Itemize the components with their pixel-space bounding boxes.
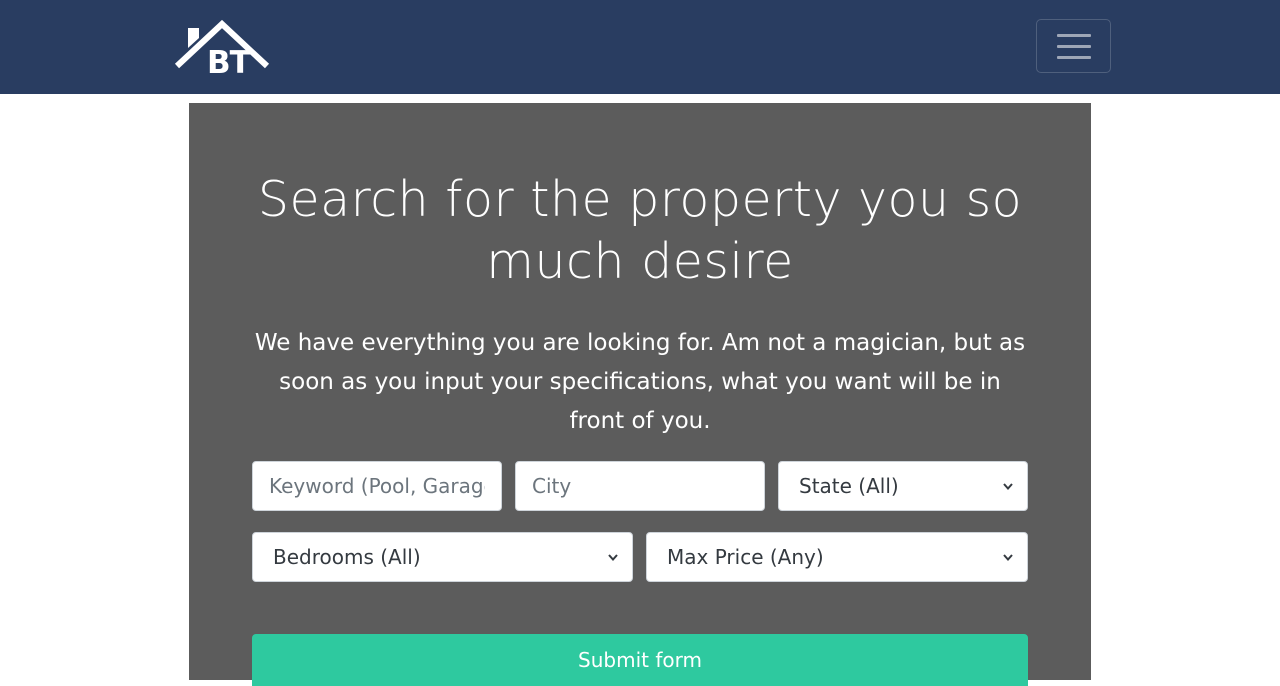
bedrooms-select-wrapper: Bedrooms (All) [252, 532, 633, 582]
house-roof-logo-icon: BT [174, 19, 270, 76]
hero-description: We have everything you are looking for. … [254, 330, 1026, 434]
brand-logo[interactable]: BT [173, 18, 271, 76]
state-select[interactable]: State (All) [778, 461, 1028, 511]
submit-button[interactable]: Submit form [252, 634, 1028, 686]
search-panel: Search for the property you so much desi… [189, 103, 1091, 686]
navbar: BT [0, 0, 1280, 94]
city-input[interactable] [515, 461, 765, 511]
logo-text: BT [207, 45, 251, 76]
max-price-select[interactable]: Max Price (Any) [646, 532, 1028, 582]
hamburger-menu-icon [1057, 45, 1091, 48]
max-price-select-wrapper: Max Price (Any) [646, 532, 1028, 582]
keyword-input[interactable] [252, 461, 502, 511]
hamburger-menu-icon [1057, 34, 1091, 37]
bedrooms-select[interactable]: Bedrooms (All) [252, 532, 633, 582]
hamburger-menu-icon [1057, 56, 1091, 59]
navbar-toggle-button[interactable] [1036, 19, 1111, 73]
hero-title: Search for the property you so much desi… [257, 171, 1023, 290]
state-select-wrapper: State (All) [778, 461, 1028, 511]
